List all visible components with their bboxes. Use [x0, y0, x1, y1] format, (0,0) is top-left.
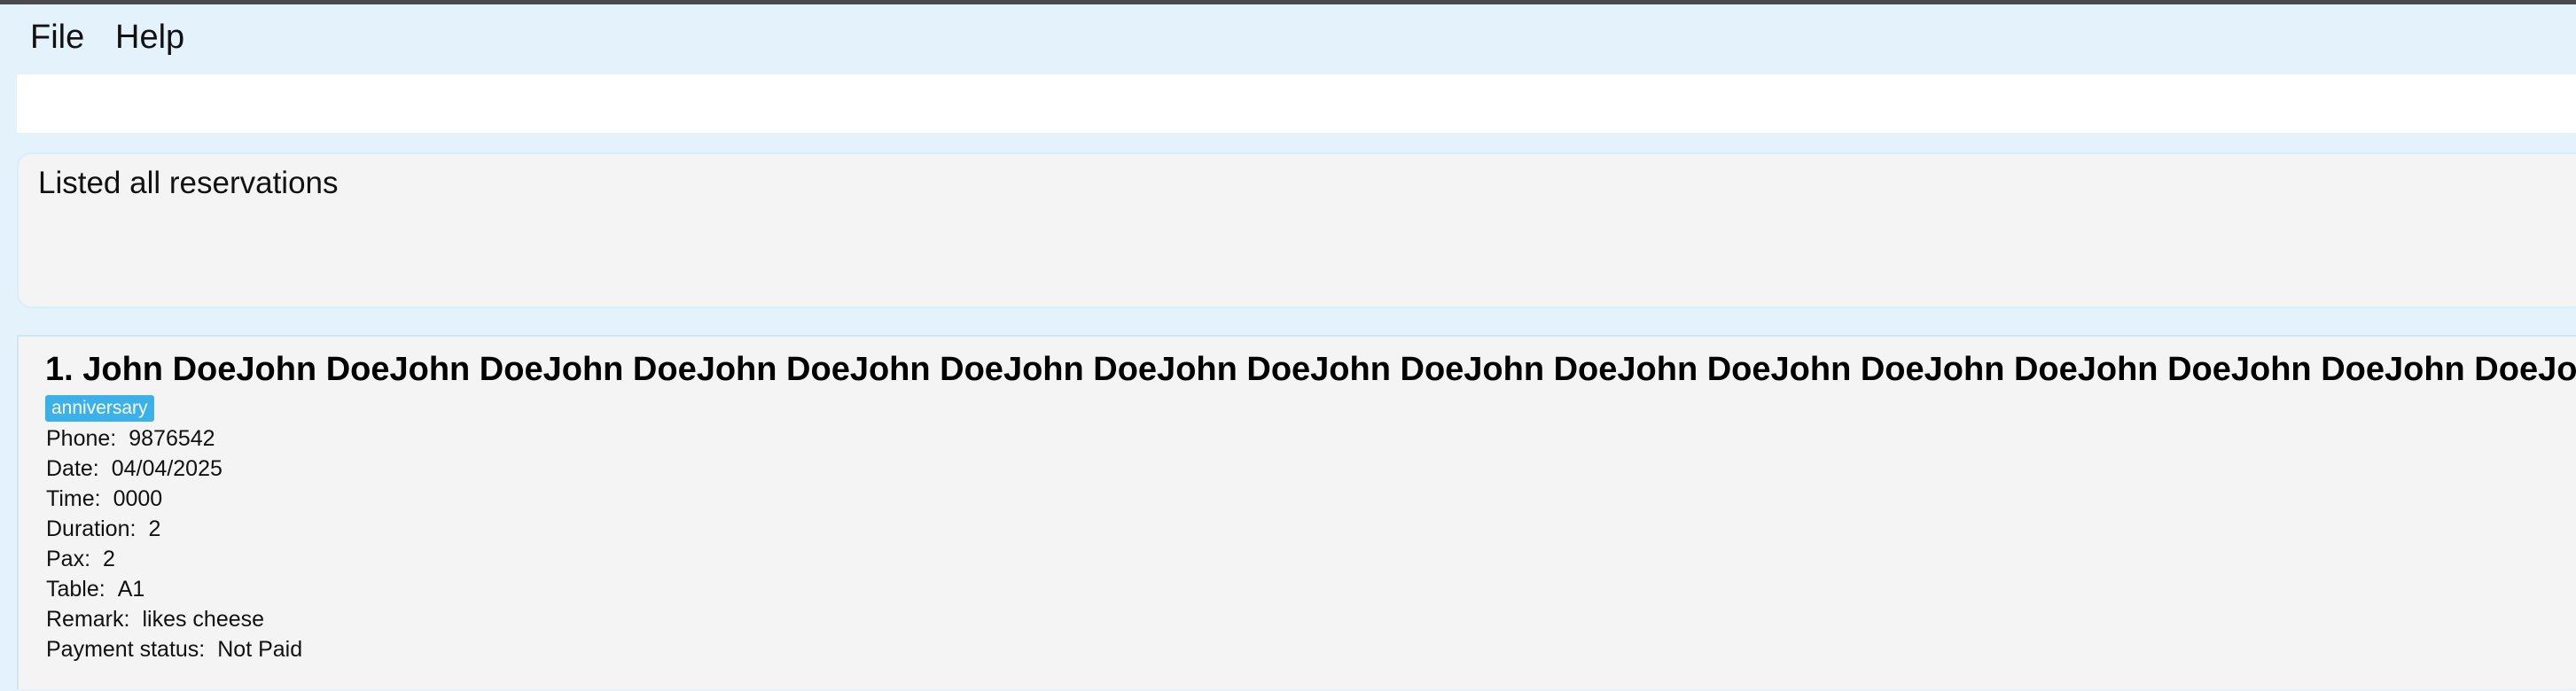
command-input[interactable] — [17, 74, 2576, 133]
field-label: Remark: — [46, 607, 130, 632]
field-label: Date: — [46, 456, 99, 481]
field-time: Time: 0000 — [46, 485, 162, 513]
field-date: Date: 04/04/2025 — [46, 454, 222, 483]
field-label: Table: — [46, 577, 105, 602]
result-display: Listed all reservations — [17, 152, 2576, 308]
reservation-tag: anniversary — [45, 395, 154, 422]
field-label: Duration: — [46, 516, 137, 541]
field-label: Pax: — [46, 547, 91, 571]
field-value: 2 — [103, 547, 115, 571]
field-value: Not Paid — [217, 637, 303, 662]
field-label: Time: — [46, 486, 101, 511]
field-label: Payment status: — [46, 637, 206, 662]
field-table: Table: A1 — [46, 575, 144, 603]
field-value: 2 — [148, 516, 161, 541]
field-value: A1 — [117, 577, 145, 602]
menu-help[interactable]: Help — [115, 15, 184, 59]
result-message: Listed all reservations — [38, 166, 339, 200]
reservation-list[interactable]: 1. John DoeJohn DoeJohn DoeJohn DoeJohn … — [17, 335, 2576, 689]
field-value: 9876542 — [129, 426, 215, 451]
field-value: 0000 — [113, 486, 163, 511]
reservation-card[interactable]: 1. John DoeJohn DoeJohn DoeJohn DoeJohn … — [19, 337, 2576, 691]
menu-bar: File Help — [0, 4, 2576, 66]
field-duration: Duration: 2 — [46, 515, 160, 543]
field-phone: Phone: 9876542 — [46, 424, 215, 453]
reservation-title: 1. John DoeJohn DoeJohn DoeJohn DoeJohn … — [45, 351, 2576, 388]
menu-file[interactable]: File — [30, 15, 84, 59]
field-remark: Remark: likes cheese — [46, 605, 264, 633]
field-value: likes cheese — [142, 607, 265, 632]
field-value: 04/04/2025 — [111, 456, 222, 481]
field-pax: Pax: 2 — [46, 545, 115, 573]
field-payment-status: Payment status: Not Paid — [46, 635, 302, 664]
field-label: Phone: — [46, 426, 117, 451]
